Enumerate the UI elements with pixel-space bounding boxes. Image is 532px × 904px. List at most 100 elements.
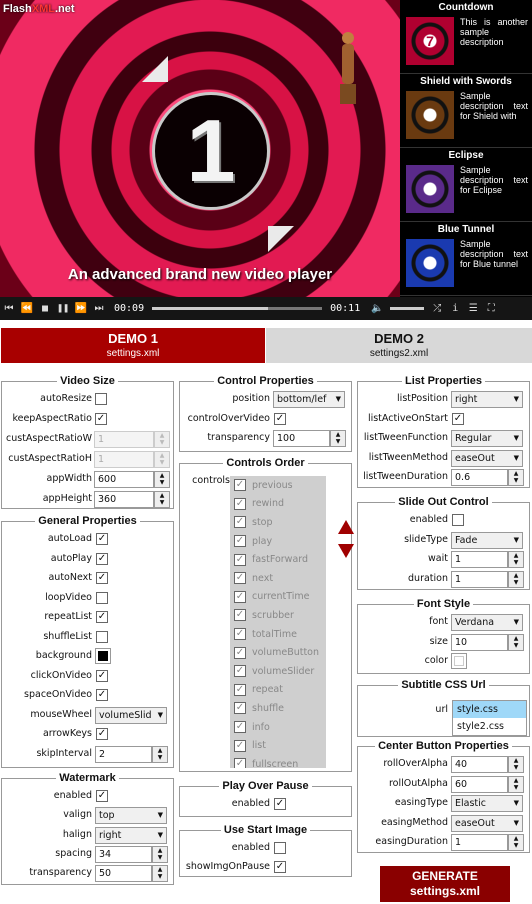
generate-settings-button[interactable]: GENERATE settings.xml (380, 866, 510, 902)
controls-order-item[interactable]: ✓ previous (230, 476, 326, 495)
control-checkbox[interactable]: ✓ (234, 609, 246, 622)
slide-type-select[interactable]: Fade (451, 531, 523, 549)
skip-interval-stepper[interactable]: ▲ ▼ (152, 745, 168, 763)
controls-order-item[interactable]: ✓ info (230, 718, 326, 737)
stop-icon[interactable]: ■ (36, 303, 54, 314)
control-over-video-checkbox[interactable]: ✓ (274, 412, 286, 425)
list-tween-duration-input[interactable]: 0.6 (451, 469, 508, 486)
enabled-checkbox[interactable]: ✓ (274, 798, 286, 810)
transparency-stepper[interactable]: ▲ ▼ (152, 865, 168, 883)
roll-out-alpha-stepper[interactable]: ▲ ▼ (508, 775, 524, 793)
skip-interval-input[interactable]: 2 (95, 745, 152, 763)
click-on-video-checkbox[interactable]: ✓ (96, 669, 108, 682)
list-icon[interactable]: ☰ (464, 303, 482, 314)
controls-order-list[interactable]: ✓ previous ✓ rewind ✓ stop ✓ play ✓ fastForward ✓ n… (230, 476, 326, 768)
controls-order-item[interactable]: ✓ repeat (230, 681, 326, 700)
control-checkbox[interactable]: ✓ (234, 665, 246, 678)
auto-next-checkbox[interactable]: ✓ (96, 572, 108, 584)
control-checkbox[interactable]: ✓ (234, 590, 246, 603)
keep-aspect-ratio-checkbox[interactable]: ✓ (95, 413, 107, 425)
playlist-item[interactable]: Eclipse Sample description text for Eclip… (400, 148, 532, 222)
url-option[interactable]: style.css (453, 701, 526, 718)
control-checkbox[interactable]: ✓ (234, 758, 246, 768)
volume-icon[interactable]: 🔈 (368, 303, 386, 314)
roll-over-alpha-stepper[interactable]: ▲ ▼ (508, 756, 524, 773)
easing-duration-stepper[interactable]: ▲ ▼ (508, 834, 524, 851)
info-icon[interactable]: i (446, 303, 464, 314)
enabled-checkbox[interactable] (452, 514, 464, 526)
playlist-item[interactable]: Blue Tunnel Sample description text for B… (400, 222, 532, 296)
shuffle-list-checkbox[interactable] (96, 630, 108, 643)
controls-order-item[interactable]: ✓ fastForward (230, 550, 326, 569)
easing-method-select[interactable]: easeOut (451, 814, 523, 832)
mouse-wheel-select[interactable]: volumeSlid (95, 706, 167, 724)
size-input[interactable]: 10 (451, 633, 508, 651)
controls-order-item[interactable]: ✓ rewind (230, 495, 326, 514)
list-tween-function-select[interactable]: Regular (451, 430, 523, 447)
move-down-arrow-icon[interactable] (338, 544, 354, 558)
control-checkbox[interactable]: ✓ (234, 739, 246, 752)
move-up-arrow-icon[interactable] (338, 520, 354, 534)
playlist-item[interactable]: Countdown 7 This is another sample descrip… (400, 0, 532, 74)
previous-icon[interactable]: ⏮ (0, 303, 18, 314)
tab-demo-2[interactable]: DEMO 2 settings2.xml (266, 328, 532, 363)
app-height-stepper[interactable]: ▲ ▼ (154, 491, 170, 508)
controls-order-item[interactable]: ✓ volumeSlider (230, 662, 326, 681)
arrow-keys-checkbox[interactable]: ✓ (96, 728, 108, 740)
show-img-on-pause-checkbox[interactable]: ✓ (274, 861, 286, 873)
fullscreen-icon[interactable]: ⛶ (482, 303, 500, 314)
control-checkbox[interactable]: ✓ (234, 628, 246, 641)
control-checkbox[interactable]: ✓ (234, 516, 246, 529)
duration-stepper[interactable]: ▲ ▼ (508, 570, 524, 588)
shuffle-icon[interactable]: ⤮ (428, 303, 446, 314)
aspect-h-input[interactable]: 1 (94, 451, 154, 468)
control-checkbox[interactable]: ✓ (234, 646, 246, 659)
list-tween-duration-stepper[interactable]: ▲ ▼ (508, 469, 524, 486)
spacing-stepper[interactable]: ▲ ▼ (152, 845, 168, 863)
control-checkbox[interactable]: ✓ (234, 479, 246, 492)
app-width-input[interactable]: 600 (94, 471, 154, 488)
next-icon[interactable]: ⏭ (90, 303, 108, 314)
fast-forward-icon[interactable]: ⏩ (72, 303, 90, 314)
wait-stepper[interactable]: ▲ ▼ (508, 551, 524, 568)
control-checkbox[interactable]: ✓ (234, 553, 246, 566)
duration-input[interactable]: 1 (451, 570, 508, 588)
scrubber[interactable] (152, 307, 323, 310)
app-height-input[interactable]: 360 (94, 491, 154, 508)
aspect-w-input[interactable]: 1 (94, 431, 154, 448)
auto-resize-checkbox[interactable] (95, 393, 107, 405)
easing-type-select[interactable]: Elastic (451, 795, 523, 812)
rewind-icon[interactable]: ⏪ (18, 303, 36, 314)
font-select[interactable]: Verdana (451, 614, 523, 631)
control-checkbox[interactable]: ✓ (234, 721, 246, 734)
control-checkbox[interactable]: ✓ (234, 702, 246, 715)
color-color-swatch[interactable] (451, 653, 467, 669)
size-stepper[interactable]: ▲ ▼ (508, 633, 524, 651)
control-checkbox[interactable]: ✓ (234, 572, 246, 585)
control-checkbox[interactable]: ✓ (234, 535, 246, 548)
tab-demo-1[interactable]: DEMO 1 settings.xml (1, 328, 265, 363)
pause-icon[interactable]: ❚❚ (54, 303, 72, 314)
control-checkbox[interactable]: ✓ (234, 683, 246, 696)
transparency-input[interactable]: 50 (95, 865, 152, 883)
enabled-checkbox[interactable] (274, 842, 286, 854)
controls-order-item[interactable]: ✓ play (230, 532, 326, 551)
controls-order-item[interactable]: ✓ stop (230, 513, 326, 532)
halign-select[interactable]: right (95, 826, 167, 844)
aspect-w-stepper[interactable]: ▲ ▼ (154, 431, 170, 448)
subtitle-url-list[interactable]: style.css style2.css (452, 700, 527, 736)
roll-out-alpha-input[interactable]: 60 (451, 775, 508, 793)
controls-order-item[interactable]: ✓ scrubber (230, 606, 326, 625)
controls-order-item[interactable]: ✓ totalTime (230, 625, 326, 644)
position-select[interactable]: bottom/lef (273, 391, 345, 408)
volume-slider[interactable] (390, 307, 425, 310)
background-color-swatch[interactable] (95, 648, 111, 664)
app-width-stepper[interactable]: ▲ ▼ (154, 471, 170, 488)
auto-play-checkbox[interactable]: ✓ (96, 552, 108, 565)
list-tween-method-select[interactable]: easeOut (451, 449, 523, 467)
transparency-input[interactable]: 100 (273, 430, 330, 447)
controls-order-item[interactable]: ✓ next (230, 569, 326, 588)
control-checkbox[interactable]: ✓ (234, 497, 246, 510)
valign-select[interactable]: top (95, 807, 167, 825)
repeat-list-checkbox[interactable]: ✓ (96, 611, 108, 623)
